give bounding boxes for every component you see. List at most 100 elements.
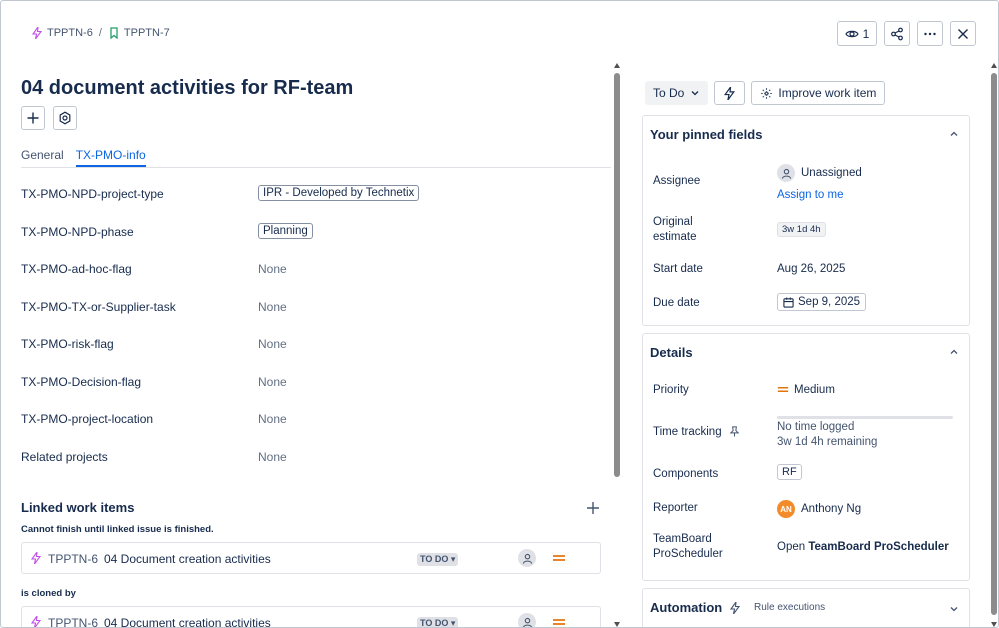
field-row: TX-PMO-NPD-phase Planning [21, 219, 611, 257]
linked-item-status[interactable]: TO DO ▾ [417, 553, 459, 566]
teamboard-open-text: Open [777, 541, 806, 553]
field-label: TX-PMO-NPD-phase [21, 224, 134, 239]
linked-item-status-label: TO DO [420, 618, 449, 628]
component-chip: RF [777, 464, 802, 480]
linked-item-summary[interactable]: 04 Document creation activities [104, 552, 271, 566]
tab-general[interactable]: General [21, 148, 64, 167]
linked-item-row[interactable]: TPPTN-6 04 Document creation activities … [21, 542, 601, 574]
right-scrollbar[interactable] [990, 61, 998, 627]
assignee-value[interactable]: Unassigned [777, 164, 862, 182]
priority-medium-icon [553, 555, 565, 561]
field-row: TX-PMO-Decision-flag None [21, 369, 611, 407]
field-value[interactable]: Planning [258, 222, 313, 239]
calendar-icon [783, 296, 794, 308]
add-linked-item-icon[interactable] [585, 500, 601, 516]
field-value[interactable]: None [258, 375, 287, 389]
pinned-fields-heading[interactable]: Your pinned fields [650, 127, 762, 142]
automation-panel[interactable]: Automation Rule executions [642, 588, 970, 627]
priority-medium-icon [553, 619, 565, 625]
page-title[interactable]: 04 document activities for RF-team [21, 77, 353, 100]
field-value[interactable]: IPR - Developed by Technetix [258, 185, 420, 201]
linked-item-key[interactable]: TPPTN-6 [48, 616, 98, 627]
more-actions-button[interactable] [917, 21, 943, 46]
gear-icon [59, 111, 71, 125]
field-value[interactable]: None [258, 412, 287, 426]
field-label: TX-PMO-ad-hoc-flag [21, 262, 132, 276]
priority-value[interactable]: Medium [777, 384, 835, 396]
original-estimate-value[interactable]: 3w 1d 4h [777, 222, 826, 237]
time-tracking-text: Time tracking [653, 426, 722, 438]
close-button[interactable] [950, 21, 976, 46]
improve-work-item-label: Improve work item [778, 86, 877, 100]
right-scrollbar-thumb[interactable] [991, 73, 997, 615]
person-icon [522, 553, 532, 564]
assignee-name: Unassigned [801, 167, 862, 180]
watch-count: 1 [862, 26, 870, 41]
scroll-up-arrow[interactable] [991, 63, 997, 68]
status-bar: To Do Improve work item [645, 81, 886, 105]
improve-work-item-button[interactable]: Improve work item [751, 81, 886, 105]
field-row: TX-PMO-risk-flag None [21, 331, 611, 369]
reporter-value[interactable]: AN Anthony Ng [777, 500, 861, 518]
chevron-up-icon[interactable] [949, 129, 959, 139]
breadcrumb-current[interactable]: TPPTN-7 [108, 27, 170, 39]
automation-heading: Automation [650, 600, 723, 615]
original-estimate-label-line2: estimate [653, 231, 697, 243]
time-tracking-label: Time tracking [653, 426, 740, 438]
scroll-down-arrow[interactable] [991, 622, 997, 627]
reporter-avatar: AN [777, 500, 795, 518]
person-icon [781, 168, 791, 179]
field-label: TX-PMO-TX-or-Supplier-task [21, 299, 176, 314]
field-row: TX-PMO-project-location None [21, 406, 611, 444]
link-type-caption: Cannot finish until linked issue is fini… [21, 524, 214, 535]
linked-item-key[interactable]: TPPTN-6 [48, 552, 98, 566]
breadcrumb-parent-key: TPPTN-6 [47, 27, 93, 39]
add-button[interactable] [21, 106, 45, 130]
avatar[interactable] [518, 549, 536, 567]
watch-button[interactable]: 1 [837, 21, 877, 46]
automation-trigger-button[interactable] [714, 81, 746, 105]
rule-executions-label: Rule executions [754, 602, 826, 613]
chevron-down-icon[interactable] [949, 604, 959, 614]
time-tracking-bar[interactable] [777, 416, 953, 419]
share-button[interactable] [884, 21, 910, 46]
linked-item-status[interactable]: TO DO ▾ [417, 617, 459, 628]
status-dropdown[interactable]: To Do [645, 81, 709, 105]
sparkle-icon [761, 87, 773, 99]
field-label: Related projects [21, 449, 108, 464]
start-date-value[interactable]: Aug 26, 2025 [777, 263, 845, 275]
left-scrollbar[interactable] [613, 61, 621, 627]
tab-tx-pmo-info[interactable]: TX-PMO-info [75, 148, 146, 167]
chevron-up-icon[interactable] [949, 347, 959, 357]
teamboard-open-link[interactable]: Open TeamBoard ProScheduler [777, 541, 949, 553]
field-value[interactable]: None [258, 450, 287, 464]
linked-item-summary[interactable]: 04 Document creation activities [104, 616, 271, 627]
linked-item-status-label: TO DO [420, 554, 449, 564]
apps-button[interactable] [53, 106, 77, 130]
header-actions: 1 [837, 21, 976, 46]
field-value[interactable]: None [258, 262, 287, 276]
subtask-icon [30, 616, 42, 627]
tab-list: General TX-PMO-info [21, 148, 611, 168]
scroll-down-arrow[interactable] [614, 622, 620, 627]
status-label: To Do [653, 86, 685, 100]
field-value[interactable]: None [258, 300, 287, 314]
subtask-icon [30, 552, 42, 564]
linked-item-row[interactable]: TPPTN-6 04 Document creation activities … [21, 606, 601, 628]
breadcrumb-parent[interactable]: TPPTN-6 [31, 27, 93, 39]
due-date-value[interactable]: Sep 9, 2025 [777, 293, 867, 311]
time-remaining-text: 3w 1d 4h remaining [777, 436, 878, 448]
assign-to-me-link[interactable]: Assign to me [777, 189, 843, 201]
components-value[interactable]: RF [777, 464, 802, 480]
scroll-up-arrow[interactable] [614, 63, 620, 68]
breadcrumb-separator: / [98, 27, 102, 39]
reporter-name: Anthony Ng [801, 503, 862, 516]
left-scrollbar-thumb[interactable] [614, 73, 620, 477]
assignee-label: Assignee [653, 175, 701, 187]
field-label: TX-PMO-project-location [21, 412, 154, 426]
details-heading[interactable]: Details [650, 345, 693, 360]
pin-icon[interactable] [729, 426, 740, 438]
avatar[interactable] [518, 613, 536, 627]
field-value[interactable]: None [258, 337, 287, 351]
chevron-down-icon [691, 91, 699, 96]
